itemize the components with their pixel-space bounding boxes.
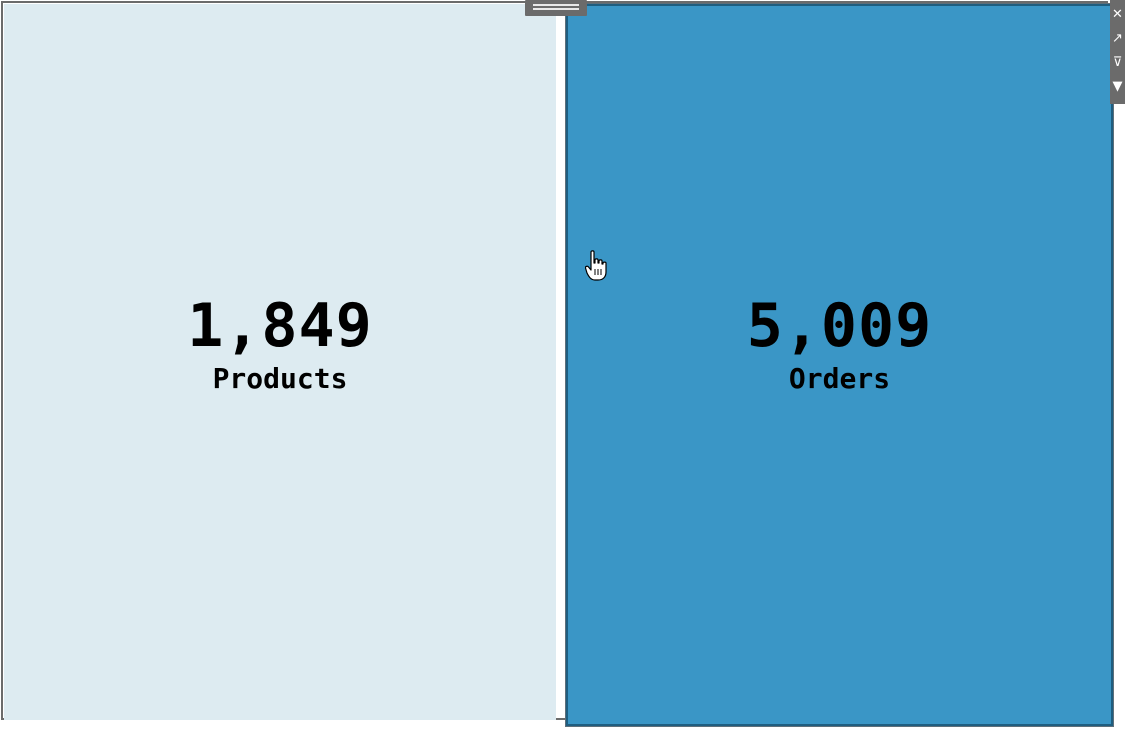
drag-handle-line [533,4,579,6]
dashboard: 1,849 Products 5,009 Orders ✕ ↗ ⊽ ▼ [0,0,1125,732]
hand-pointer-cursor-icon [585,250,607,281]
orders-label: Orders [788,362,891,395]
products-label: Products [212,362,348,395]
tile-toolbar: ✕ ↗ ⊽ ▼ [1110,0,1125,104]
drag-handle[interactable] [525,0,587,16]
products-count-value: 1,849 [187,291,373,361]
products-kpi-tile[interactable]: 1,849 Products [4,4,556,720]
dropdown-arrow-icon[interactable]: ▼ [1110,74,1125,98]
orders-kpi-content: 5,009 Orders [747,294,933,396]
close-icon[interactable]: ✕ [1110,2,1125,26]
drag-handle-line [533,8,579,10]
filter-icon[interactable]: ⊽ [1110,50,1125,74]
orders-kpi-tile[interactable]: 5,009 Orders [565,3,1114,727]
orders-count-value: 5,009 [746,291,933,361]
external-link-icon[interactable]: ↗ [1110,26,1125,50]
products-kpi-content: 1,849 Products [187,294,373,396]
